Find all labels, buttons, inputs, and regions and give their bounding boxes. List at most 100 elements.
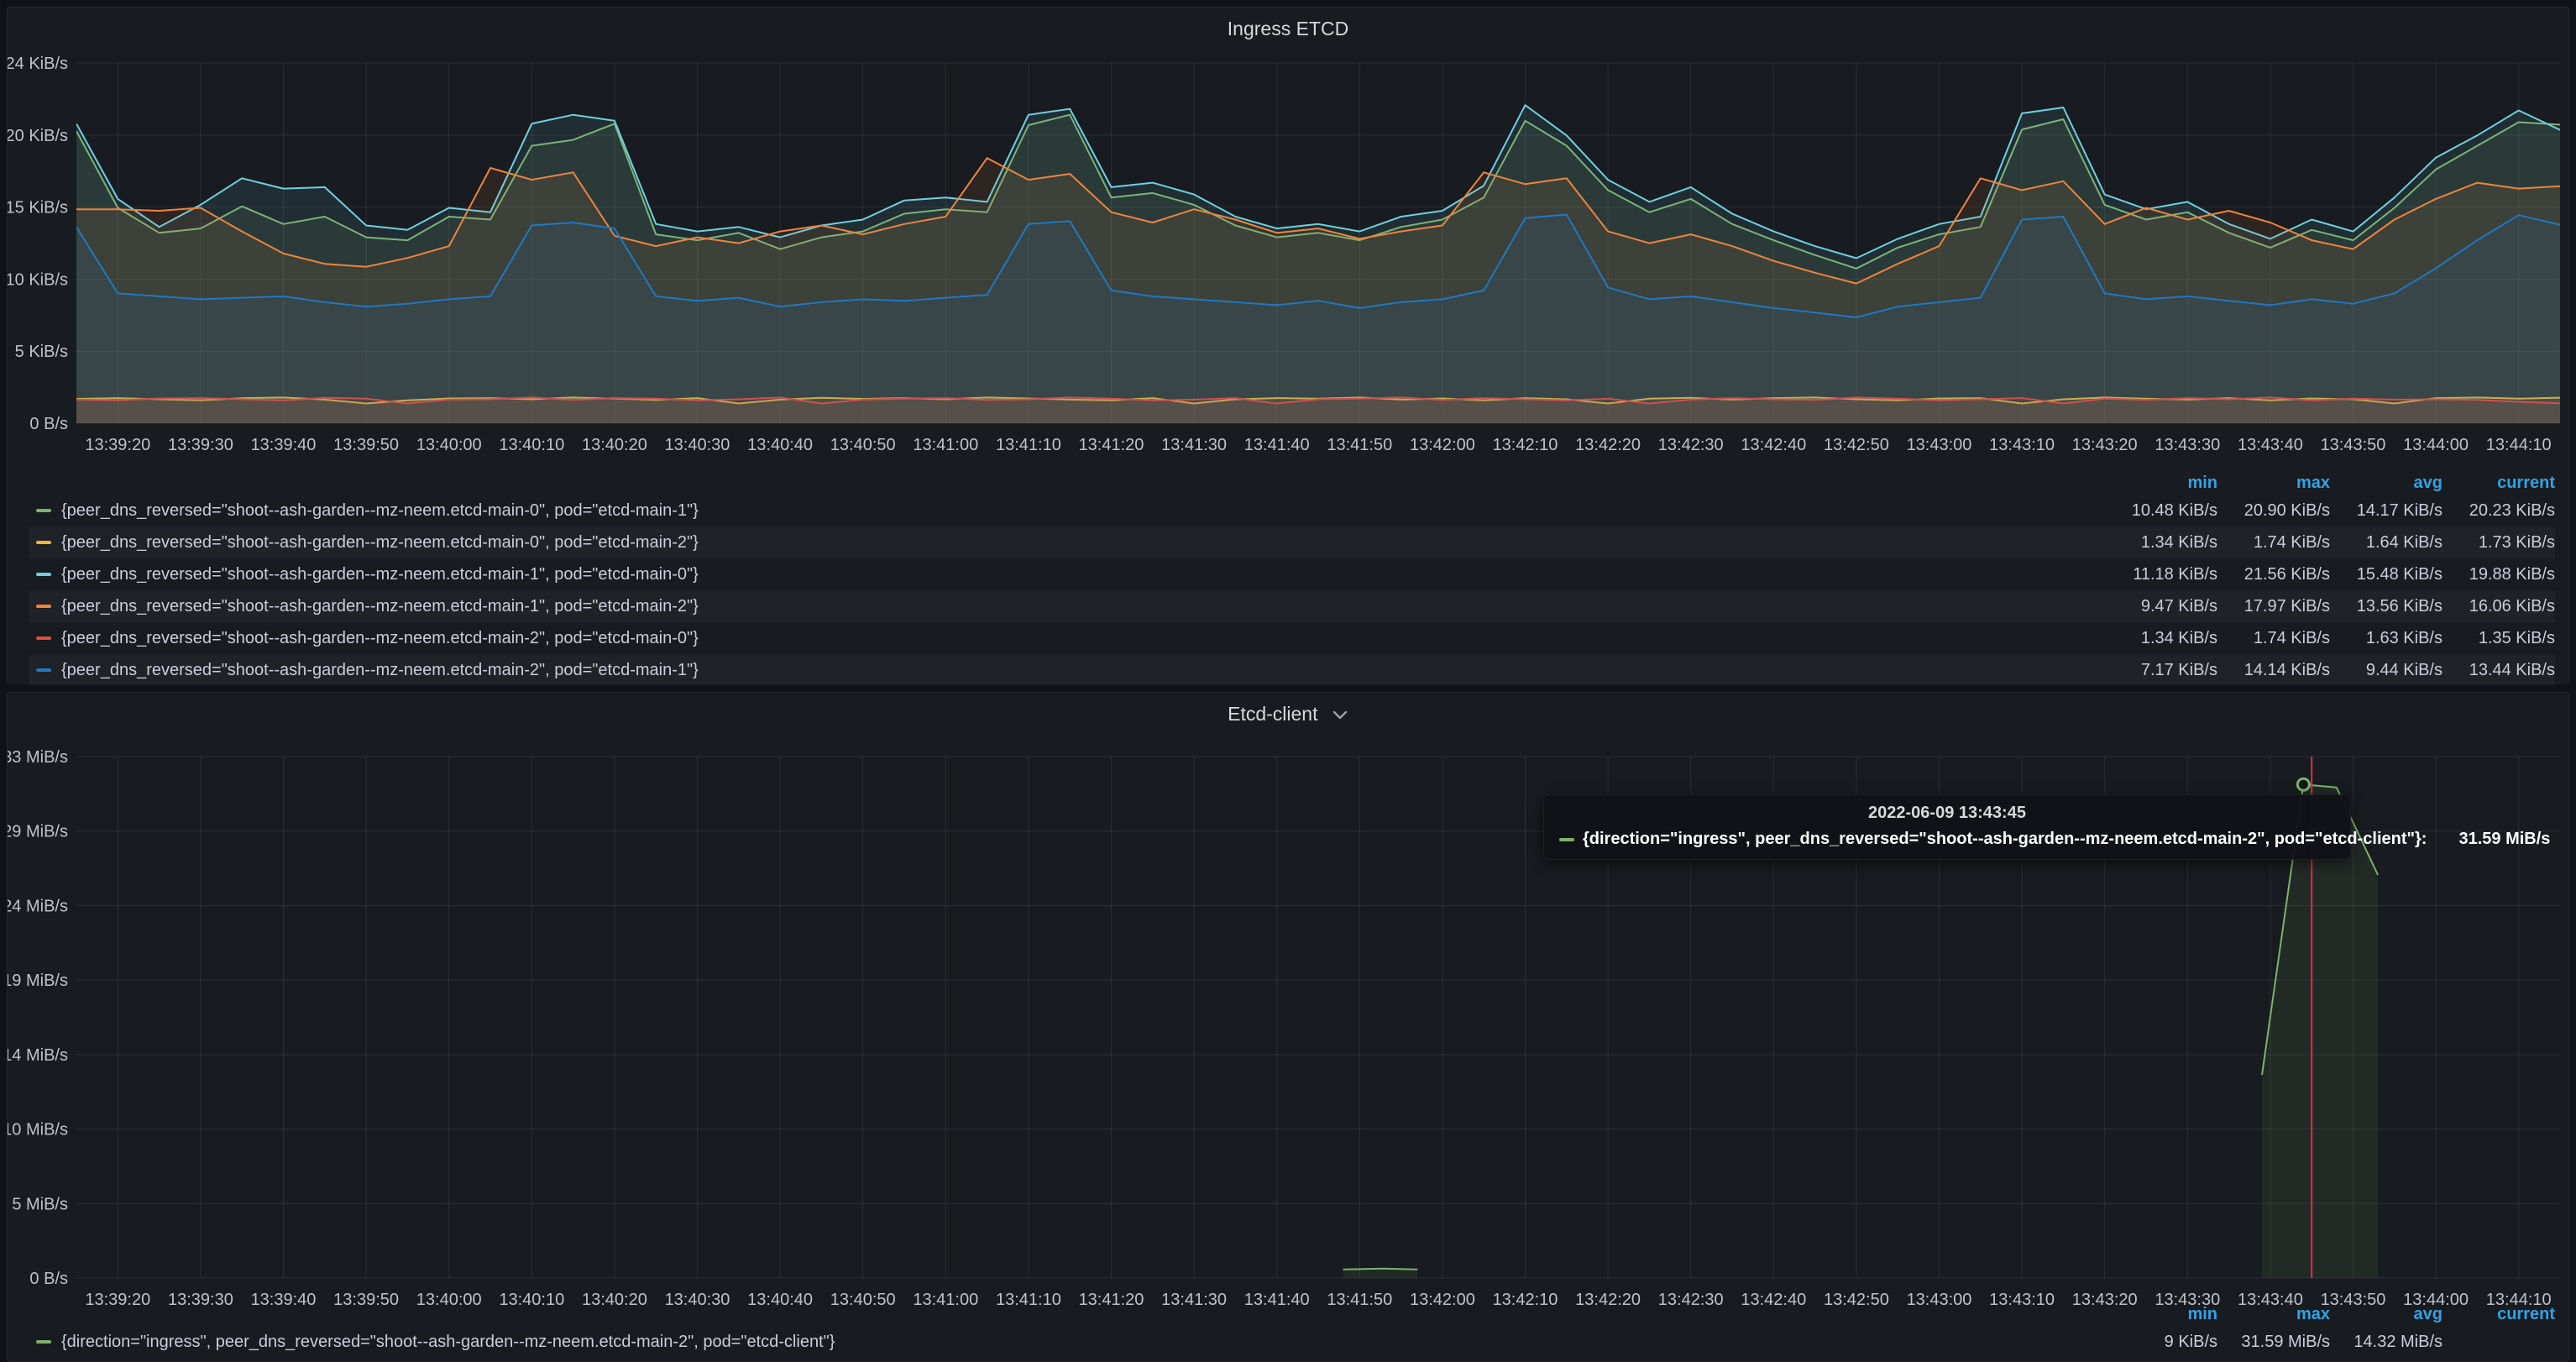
legend-avg-value: 9.44 KiB/s xyxy=(2330,661,2442,680)
series-color-dash xyxy=(36,668,51,672)
legend-min-value: 1.34 KiB/s xyxy=(2105,629,2217,648)
series-color-dash xyxy=(36,573,51,576)
legend-header-max[interactable]: max xyxy=(2217,1305,2330,1324)
legend-row: {peer_dns_reversed="shoot--ash-garden--m… xyxy=(29,558,2555,590)
legend-current-value: 13.44 KiB/s xyxy=(2442,661,2555,680)
legend-series-label[interactable]: {peer_dns_reversed="shoot--ash-garden--m… xyxy=(29,597,2105,616)
svg-text:13:41:50: 13:41:50 xyxy=(1327,436,1392,454)
ingress-etcd-chart[interactable]: 0 B/s5 KiB/s10 KiB/s15 KiB/s20 KiB/s24 K… xyxy=(8,41,2570,469)
legend-min-value: 10.48 KiB/s xyxy=(2105,501,2217,521)
series-color-dash xyxy=(36,509,51,512)
svg-text:13:43:00: 13:43:00 xyxy=(1907,436,1972,454)
legend-max-value: 1.74 KiB/s xyxy=(2217,629,2330,648)
svg-text:20 KiB/s: 20 KiB/s xyxy=(8,127,68,145)
legend-row: {peer_dns_reversed="shoot--ash-garden--m… xyxy=(29,526,2555,558)
chevron-down-icon xyxy=(1332,704,1348,726)
svg-text:13:43:30: 13:43:30 xyxy=(2155,436,2220,454)
legend-min-value: 9 KiB/s xyxy=(2105,1333,2217,1352)
legend-current-value: 1.35 KiB/s xyxy=(2442,629,2555,648)
svg-text:24 MiB/s: 24 MiB/s xyxy=(8,897,68,915)
legend-series-label[interactable]: {direction="ingress", peer_dns_reversed=… xyxy=(29,1333,2105,1352)
legend-current-value: 16.06 KiB/s xyxy=(2442,597,2555,616)
legend-avg-value: 14.17 KiB/s xyxy=(2330,501,2442,521)
svg-text:13:42:20: 13:42:20 xyxy=(1575,436,1641,454)
svg-text:13:40:50: 13:40:50 xyxy=(830,436,896,454)
legend-header-current[interactable]: current xyxy=(2442,474,2555,493)
svg-text:13:40:00: 13:40:00 xyxy=(416,436,482,454)
svg-text:13:41:30: 13:41:30 xyxy=(1161,436,1227,454)
panel-title-etcd-client[interactable]: Etcd-client xyxy=(8,703,2568,726)
tooltip-timestamp: 2022-06-09 13:43:45 xyxy=(1559,804,2335,823)
series-color-dash xyxy=(36,636,51,640)
legend-series-label[interactable]: {peer_dns_reversed="shoot--ash-garden--m… xyxy=(29,629,2105,648)
legend-avg-value: 13.56 KiB/s xyxy=(2330,597,2442,616)
svg-text:13:39:40: 13:39:40 xyxy=(251,436,317,454)
legend-series-label[interactable]: {peer_dns_reversed="shoot--ash-garden--m… xyxy=(29,661,2105,680)
series-color-dash xyxy=(36,605,51,608)
legend-label-text: {peer_dns_reversed="shoot--ash-garden--m… xyxy=(61,533,699,553)
svg-text:13:42:50: 13:42:50 xyxy=(1824,436,1889,454)
legend-header-avg[interactable]: avg xyxy=(2330,1305,2442,1324)
panel-title-text: Etcd-client xyxy=(1228,703,1317,725)
legend-header-max[interactable]: max xyxy=(2217,474,2330,493)
svg-text:13:43:40: 13:43:40 xyxy=(2238,436,2303,454)
svg-text:10 KiB/s: 10 KiB/s xyxy=(8,270,68,289)
legend-header-current[interactable]: current xyxy=(2442,1305,2555,1324)
svg-text:13:40:10: 13:40:10 xyxy=(499,436,564,454)
svg-text:15 KiB/s: 15 KiB/s xyxy=(8,199,68,217)
svg-text:0 B/s: 0 B/s xyxy=(29,415,68,433)
svg-text:14 MiB/s: 14 MiB/s xyxy=(8,1046,68,1065)
legend-avg-value: 14.32 MiB/s xyxy=(2330,1333,2442,1352)
svg-text:13:41:00: 13:41:00 xyxy=(913,436,978,454)
legend-row: {peer_dns_reversed="shoot--ash-garden--m… xyxy=(29,622,2555,654)
svg-text:13:40:30: 13:40:30 xyxy=(665,436,730,454)
graph-tooltip: 2022-06-09 13:43:45 {direction="ingress"… xyxy=(1543,794,2351,860)
tooltip-series-label: {direction="ingress", peer_dns_reversed=… xyxy=(1583,830,2427,849)
legend-row: {peer_dns_reversed="shoot--ash-garden--m… xyxy=(29,590,2555,622)
legend-header-min[interactable]: min xyxy=(2105,474,2217,493)
svg-text:13:39:30: 13:39:30 xyxy=(168,436,233,454)
legend-min-value: 9.47 KiB/s xyxy=(2105,597,2217,616)
legend-avg-value: 1.64 KiB/s xyxy=(2330,533,2442,553)
etcd-client-legend: min max avg current {direction="ingress"… xyxy=(29,1302,2555,1358)
legend-series-label[interactable]: {peer_dns_reversed="shoot--ash-garden--m… xyxy=(29,533,2105,553)
svg-text:29 MiB/s: 29 MiB/s xyxy=(8,823,68,841)
legend-label-text: {peer_dns_reversed="shoot--ash-garden--m… xyxy=(61,597,699,616)
panel-title-ingress-etcd[interactable]: Ingress ETCD xyxy=(8,18,2568,40)
legend-min-value: 11.18 KiB/s xyxy=(2105,565,2217,584)
svg-text:5 MiB/s: 5 MiB/s xyxy=(12,1195,68,1213)
legend-label-text: {direction="ingress", peer_dns_reversed=… xyxy=(61,1333,835,1352)
panel-title-text: Ingress ETCD xyxy=(1228,18,1348,39)
legend-current-value: 1.73 KiB/s xyxy=(2442,533,2555,553)
panel-ingress-etcd: Ingress ETCD 0 B/s5 KiB/s10 KiB/s15 KiB/… xyxy=(7,7,2569,684)
tooltip-series-value: 31.59 MiB/s xyxy=(2458,830,2550,849)
legend-row: {direction="ingress", peer_dns_reversed=… xyxy=(29,1326,2555,1358)
legend-min-value: 1.34 KiB/s xyxy=(2105,533,2217,553)
svg-text:13:39:20: 13:39:20 xyxy=(85,436,150,454)
series-color-dash xyxy=(1559,838,1574,841)
svg-text:13:41:20: 13:41:20 xyxy=(1079,436,1144,454)
panel-etcd-client: Etcd-client 0 B/s 5 MiB/s 10 MiB/s 14 MiB/s… xyxy=(7,692,2569,1362)
legend-header-row: min max avg current xyxy=(29,1302,2555,1326)
legend-max-value: 14.14 KiB/s xyxy=(2217,661,2330,680)
legend-max-value: 21.56 KiB/s xyxy=(2217,565,2330,584)
legend-header-min[interactable]: min xyxy=(2105,1305,2217,1324)
svg-text:0 B/s: 0 B/s xyxy=(29,1270,68,1288)
svg-text:13:40:20: 13:40:20 xyxy=(582,436,647,454)
legend-max-value: 20.90 KiB/s xyxy=(2217,501,2330,521)
svg-text:13:43:50: 13:43:50 xyxy=(2321,436,2386,454)
legend-header-avg[interactable]: avg xyxy=(2330,474,2442,493)
legend-series-label[interactable]: {peer_dns_reversed="shoot--ash-garden--m… xyxy=(29,565,2105,584)
legend-avg-value: 1.63 KiB/s xyxy=(2330,629,2442,648)
svg-text:19 MiB/s: 19 MiB/s xyxy=(8,972,68,990)
svg-text:24 KiB/s: 24 KiB/s xyxy=(8,55,68,73)
svg-text:13:43:10: 13:43:10 xyxy=(1989,436,2055,454)
legend-series-label[interactable]: {peer_dns_reversed="shoot--ash-garden--m… xyxy=(29,501,2105,521)
svg-text:13:41:40: 13:41:40 xyxy=(1244,436,1310,454)
svg-text:13:39:50: 13:39:50 xyxy=(333,436,399,454)
legend-label-text: {peer_dns_reversed="shoot--ash-garden--m… xyxy=(61,629,699,648)
svg-text:13:44:10: 13:44:10 xyxy=(2486,436,2552,454)
legend-header-row: min max avg current xyxy=(29,471,2555,495)
legend-label-text: {peer_dns_reversed="shoot--ash-garden--m… xyxy=(61,565,699,584)
svg-text:10 MiB/s: 10 MiB/s xyxy=(8,1121,68,1139)
